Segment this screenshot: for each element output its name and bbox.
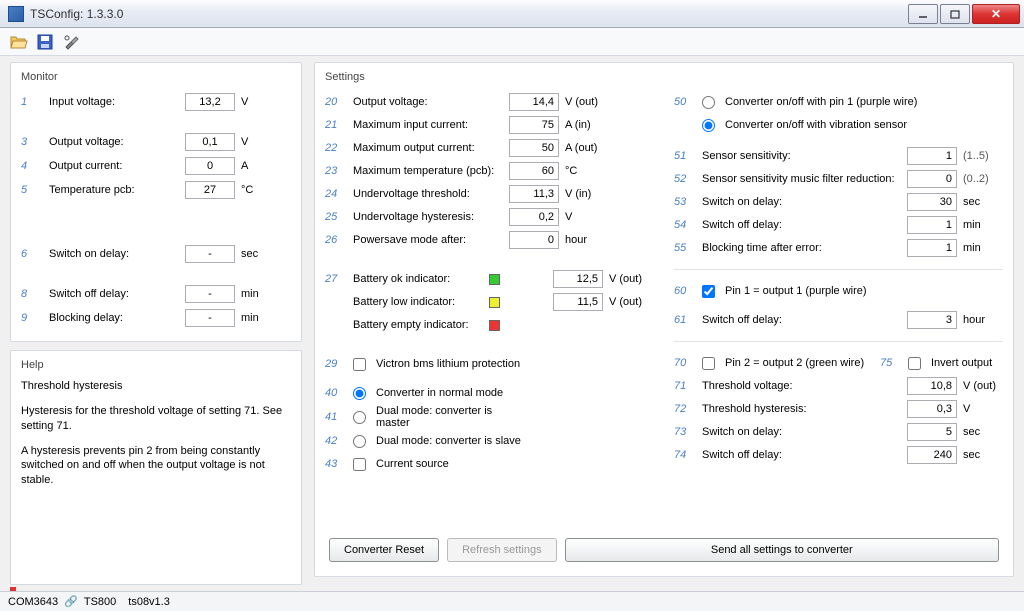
setting-53-input[interactable] xyxy=(907,193,957,211)
input-voltage-field[interactable] xyxy=(185,93,235,111)
settings-column-a: 20Output voltage:V (out) 21Maximum input… xyxy=(325,91,654,530)
status-port: COM3643 xyxy=(8,596,58,608)
setting-60-checkbox[interactable] xyxy=(702,285,715,298)
setting-50-radio-pin1[interactable] xyxy=(702,96,715,109)
setting-72-input[interactable] xyxy=(907,400,957,418)
setting-71-input[interactable] xyxy=(907,377,957,395)
tools-icon[interactable] xyxy=(62,33,80,51)
window-controls: ✕ xyxy=(908,4,1020,24)
setting-55-input[interactable] xyxy=(907,239,957,257)
toolbar xyxy=(0,28,1024,56)
link-icon: 🔗 xyxy=(64,595,78,608)
monitor-row-8: 8 Switch off delay: min xyxy=(21,283,291,305)
setting-20-input[interactable] xyxy=(509,93,559,111)
output-voltage-field[interactable] xyxy=(185,133,235,151)
monitor-header: Monitor xyxy=(21,71,291,83)
status-bar: COM3643 🔗 TS800 ts08v1.3 xyxy=(0,591,1024,611)
setting-75-checkbox[interactable] xyxy=(908,357,921,370)
setting-54-input[interactable] xyxy=(907,216,957,234)
status-firmware: ts08v1.3 xyxy=(128,596,170,608)
open-icon[interactable] xyxy=(10,33,28,51)
help-header: Help xyxy=(21,359,291,371)
setting-73-input[interactable] xyxy=(907,423,957,441)
status-device: TS800 xyxy=(84,596,116,608)
setting-61-input[interactable] xyxy=(907,311,957,329)
monitor-row-6: 6 Switch on delay: sec xyxy=(21,243,291,265)
switch-off-delay-field[interactable] xyxy=(185,285,235,303)
battery-empty-swatch xyxy=(489,320,500,331)
save-icon[interactable] xyxy=(36,33,54,51)
setting-21-input[interactable] xyxy=(509,116,559,134)
setting-22-input[interactable] xyxy=(509,139,559,157)
window-title: TSConfig: 1.3.3.0 xyxy=(30,7,908,21)
title-bar: TSConfig: 1.3.3.0 ✕ xyxy=(0,0,1024,28)
monitor-row-1: 1 Input voltage: V xyxy=(21,91,291,113)
refresh-settings-button[interactable]: Refresh settings xyxy=(447,538,556,562)
monitor-row-4: 4 Output current: A xyxy=(21,155,291,177)
help-text-2: A hysteresis prevents pin 2 from being c… xyxy=(21,444,291,489)
close-button[interactable]: ✕ xyxy=(972,4,1020,24)
app-icon xyxy=(8,6,24,22)
settings-column-b: 50Converter on/off with pin 1 (purple wi… xyxy=(674,91,1003,530)
output-current-field[interactable] xyxy=(185,157,235,175)
converter-reset-button[interactable]: Converter Reset xyxy=(329,538,439,562)
setting-27-low-input[interactable] xyxy=(553,293,603,311)
setting-70-checkbox[interactable] xyxy=(702,357,715,370)
settings-header: Settings xyxy=(325,71,1003,83)
switch-on-delay-field[interactable] xyxy=(185,245,235,263)
setting-40-radio[interactable] xyxy=(353,387,366,400)
setting-24-input[interactable] xyxy=(509,185,559,203)
battery-ok-swatch xyxy=(489,274,500,285)
help-panel: Help Threshold hysteresis Hysteresis for… xyxy=(10,350,302,585)
setting-42-radio[interactable] xyxy=(353,435,366,448)
monitor-row-9: 9 Blocking delay: min xyxy=(21,307,291,329)
setting-50-radio-vibration[interactable] xyxy=(702,119,715,132)
send-settings-button[interactable]: Send all settings to converter xyxy=(565,538,999,562)
setting-52-input[interactable] xyxy=(907,170,957,188)
setting-51-input[interactable] xyxy=(907,147,957,165)
maximize-button[interactable] xyxy=(940,4,970,24)
settings-panel: Settings 20Output voltage:V (out) 21Maxi… xyxy=(314,62,1014,577)
help-text-1: Hysteresis for the threshold voltage of … xyxy=(21,404,291,434)
button-row: Converter Reset Refresh settings Send al… xyxy=(325,530,1003,566)
battery-low-swatch xyxy=(489,297,500,308)
setting-23-input[interactable] xyxy=(509,162,559,180)
minimize-button[interactable] xyxy=(908,4,938,24)
setting-25-input[interactable] xyxy=(509,208,559,226)
setting-41-radio[interactable] xyxy=(353,411,366,424)
monitor-row-3: 3 Output voltage: V xyxy=(21,131,291,153)
monitor-row-5: 5 Temperature pcb: °C xyxy=(21,179,291,201)
setting-26-input[interactable] xyxy=(509,231,559,249)
blocking-delay-field[interactable] xyxy=(185,309,235,327)
status-indicator-dot xyxy=(10,587,16,591)
setting-43-checkbox[interactable] xyxy=(353,458,366,471)
setting-74-input[interactable] xyxy=(907,446,957,464)
monitor-panel: Monitor 1 Input voltage: V 3 Output volt… xyxy=(10,62,302,342)
setting-29-checkbox[interactable] xyxy=(353,358,366,371)
help-title: Threshold hysteresis xyxy=(21,379,291,394)
temperature-field[interactable] xyxy=(185,181,235,199)
setting-27-ok-input[interactable] xyxy=(553,270,603,288)
